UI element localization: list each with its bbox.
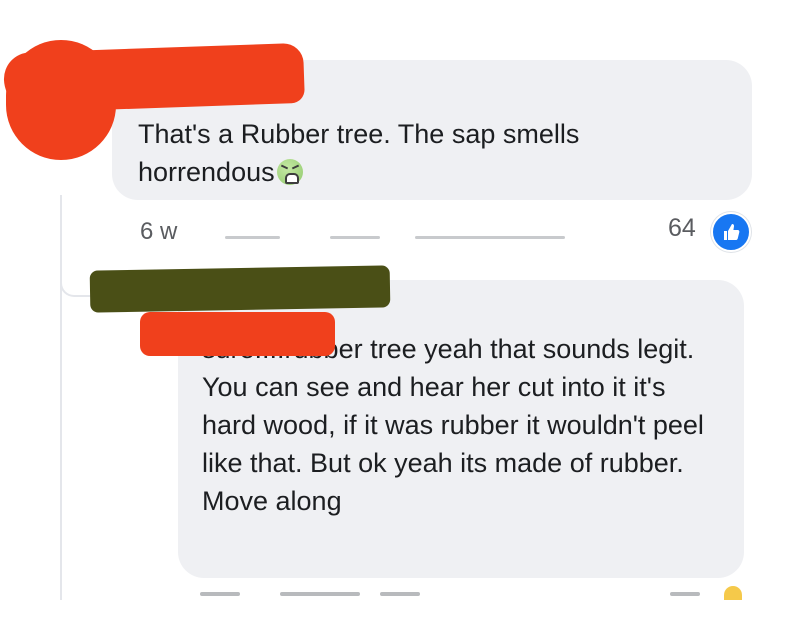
comment-2-text: sure....rubber tree yeah that sounds leg… [202, 334, 704, 516]
nauseated-face-icon [276, 159, 303, 185]
comment-1-text: That's a Rubber tree. The sap smells hor… [138, 119, 580, 187]
comment-1-timestamp: 6 w [140, 218, 178, 245]
name-redaction-3 [140, 312, 335, 356]
comment-1-text-wrap: That's a Rubber tree. The sap smells hor… [138, 115, 678, 191]
thread-line [60, 195, 62, 600]
cropped-reaction-icon [724, 586, 742, 600]
blurred-meta-text [415, 236, 565, 239]
like-icon[interactable] [711, 212, 751, 252]
blurred-reply-link[interactable] [330, 236, 380, 239]
cropped-meta-row [170, 590, 750, 600]
reaction-count[interactable]: 64 [668, 214, 696, 243]
blurred-like-link[interactable] [225, 236, 280, 239]
name-redaction-1 [3, 42, 305, 114]
name-redaction-2 [89, 265, 391, 313]
